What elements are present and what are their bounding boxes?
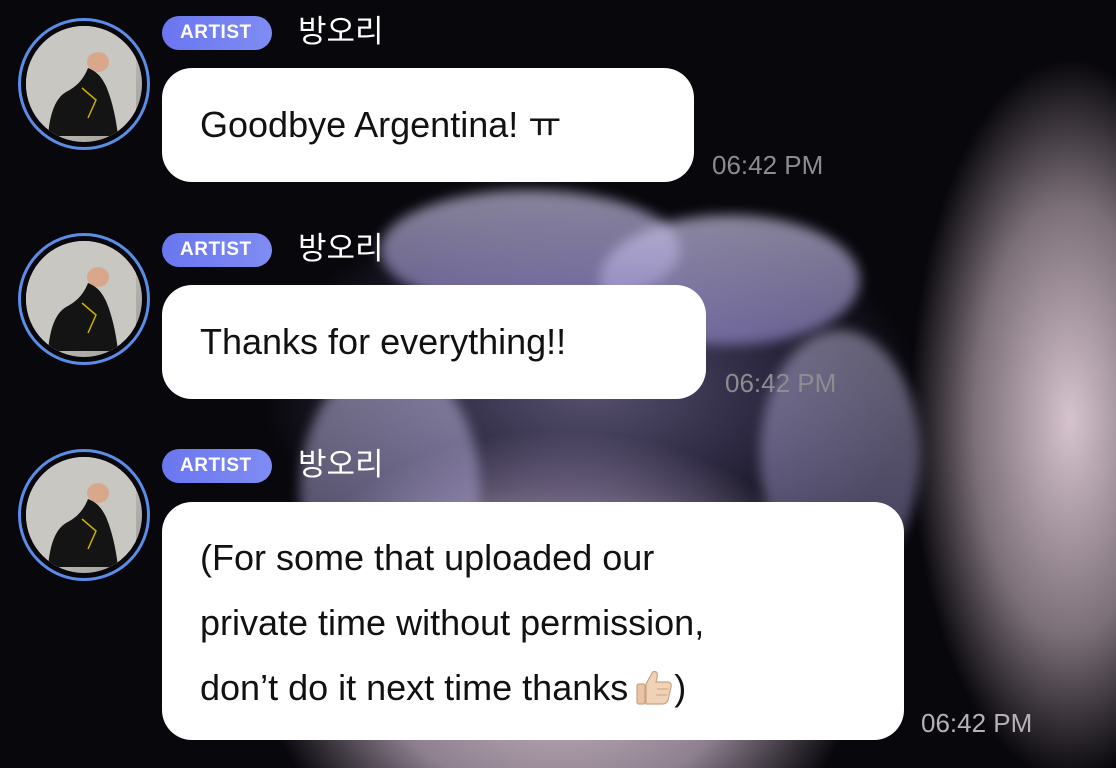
artist-avatar-photo	[26, 241, 142, 357]
sender-username[interactable]: 방오리	[298, 229, 384, 269]
message-text: Thanks for everything!!	[200, 321, 567, 362]
message-bubble[interactable]: (For some that uploaded our private time…	[162, 502, 904, 740]
message-text-line-content: don’t do it next time thanks	[200, 667, 629, 708]
message-timestamp: 06:42 PM	[712, 150, 824, 180]
artist-role-badge: ARTIST	[162, 16, 272, 50]
artist-avatar[interactable]	[18, 233, 150, 365]
artist-avatar[interactable]	[18, 18, 150, 150]
message-bubble[interactable]: Thanks for everything!!	[162, 285, 706, 399]
artist-role-badge: ARTIST	[162, 449, 272, 483]
artist-avatar[interactable]	[18, 449, 150, 581]
message-text-line: private time without permission,	[200, 602, 705, 643]
message-timestamp: 06:42 PM	[725, 368, 837, 398]
artist-role-badge: ARTIST	[162, 233, 272, 267]
sender-username[interactable]: 방오리	[298, 445, 384, 485]
message-text: Goodbye Argentina! ㅠ	[200, 104, 562, 145]
thumbs-up-icon	[634, 661, 674, 726]
message-text-line: (For some that uploaded our	[200, 537, 655, 578]
sender-username[interactable]: 방오리	[298, 12, 384, 52]
message-timestamp: 06:42 PM	[921, 708, 1033, 738]
artist-avatar-photo	[26, 457, 142, 573]
message-text-line: don’t do it next time thanks)	[200, 655, 868, 726]
message-bubble[interactable]: Goodbye Argentina! ㅠ	[162, 68, 694, 182]
artist-avatar-photo	[26, 26, 142, 142]
message-text-suffix: )	[674, 667, 687, 708]
